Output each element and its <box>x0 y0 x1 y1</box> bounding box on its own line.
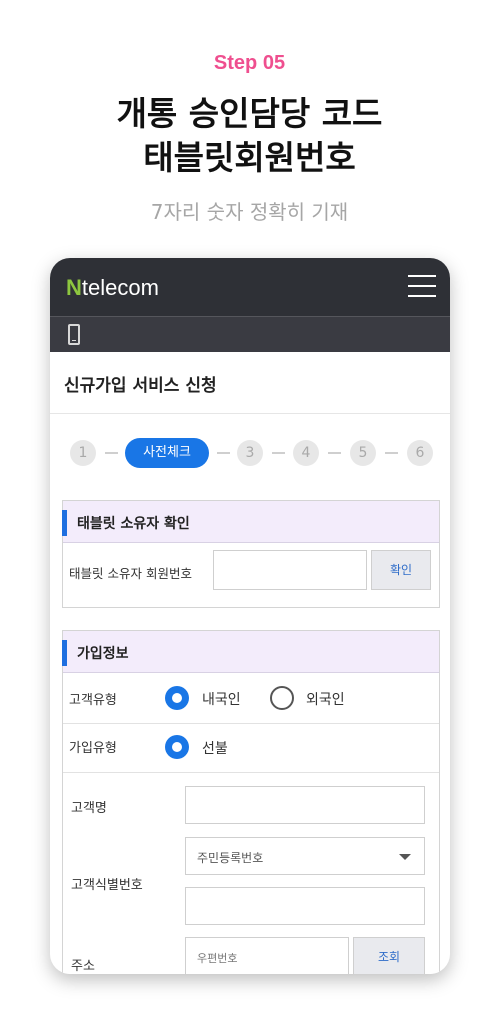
step-1: 1 <box>70 440 96 466</box>
app-bar: Ntelecom <box>50 258 450 316</box>
section-title: 태블릿 소유자 확인 <box>77 516 190 532</box>
page-subtitle: 7자리 숫자 정확히 기재 <box>150 200 349 224</box>
id-type-select[interactable]: 주민등록번호 <box>185 837 425 875</box>
section-accent-bar <box>62 640 67 666</box>
device-bar <box>50 316 450 352</box>
step-dash <box>385 452 398 454</box>
chevron-down-icon <box>399 854 411 860</box>
customer-name-input[interactable] <box>185 786 425 824</box>
mobile-phone-icon[interactable] <box>68 324 80 345</box>
hamburger-menu-icon[interactable] <box>408 275 436 297</box>
section-header: 태블릿 소유자 확인 <box>62 501 439 543</box>
customer-id-label: 고객식별번호 <box>71 878 143 893</box>
zipcode-input[interactable]: 우편번호 <box>185 937 349 974</box>
step-4: 4 <box>293 440 319 466</box>
step-dash <box>272 452 285 454</box>
join-info-section: 가입정보 고객유형 내국인 외국인 가입유형 선불 고객명 주민등록번호 고객식… <box>62 630 440 974</box>
radio-foreign-label[interactable]: 외국인 <box>306 689 345 709</box>
step-dash <box>328 452 341 454</box>
radio-domestic-label[interactable]: 내국인 <box>202 689 241 709</box>
step-label: Step 05 <box>213 52 286 74</box>
zipcode-placeholder: 우편번호 <box>197 952 238 965</box>
logo-n: N <box>66 275 82 300</box>
section-header: 가입정보 <box>62 631 439 673</box>
telecom-logo[interactable]: Ntelecom <box>66 275 159 301</box>
row-divider <box>63 772 439 773</box>
customer-type-label: 고객유형 <box>69 693 117 708</box>
radio-prepaid-label[interactable]: 선불 <box>202 738 228 758</box>
section-title: 가입정보 <box>77 646 129 662</box>
logo-text: telecom <box>81 275 159 300</box>
owner-check-section: 태블릿 소유자 확인 태블릿 소유자 회원번호 확인 <box>62 500 440 608</box>
row-divider <box>63 723 439 724</box>
owner-number-label: 태블릿 소유자 회원번호 <box>69 566 192 581</box>
step-dash <box>105 452 118 454</box>
step-progress: 1 사전체크 3 4 5 6 <box>70 438 435 468</box>
service-title: 신규가입 서비스 신청 <box>64 376 217 396</box>
page-heading: 개통 승인담당 코드 태블릿회원번호 <box>0 92 499 180</box>
id-type-selected: 주민등록번호 <box>197 851 264 865</box>
owner-number-input[interactable] <box>213 550 367 590</box>
step-3: 3 <box>237 440 263 466</box>
join-type-label: 가입유형 <box>69 741 117 756</box>
radio-foreign[interactable] <box>270 686 294 710</box>
section-accent-bar <box>62 510 67 536</box>
step-dash <box>217 452 230 454</box>
step-6: 6 <box>407 440 433 466</box>
customer-id-input[interactable] <box>185 887 425 925</box>
customer-name-label: 고객명 <box>71 801 107 816</box>
phone-screen: Ntelecom 신규가입 서비스 신청 1 사전체크 3 4 5 6 태블릿 … <box>50 258 450 974</box>
address-search-button[interactable]: 조회 <box>353 937 425 974</box>
step-5: 5 <box>350 440 376 466</box>
step-2-active: 사전체크 <box>125 438 209 468</box>
divider <box>50 413 450 414</box>
radio-prepaid[interactable] <box>165 735 189 759</box>
heading-line-2: 태블릿회원번호 <box>143 138 356 177</box>
confirm-button[interactable]: 확인 <box>371 550 431 590</box>
radio-domestic[interactable] <box>165 686 189 710</box>
address-label: 주소 <box>71 959 95 974</box>
heading-line-1: 개통 승인담당 코드 <box>116 94 383 133</box>
